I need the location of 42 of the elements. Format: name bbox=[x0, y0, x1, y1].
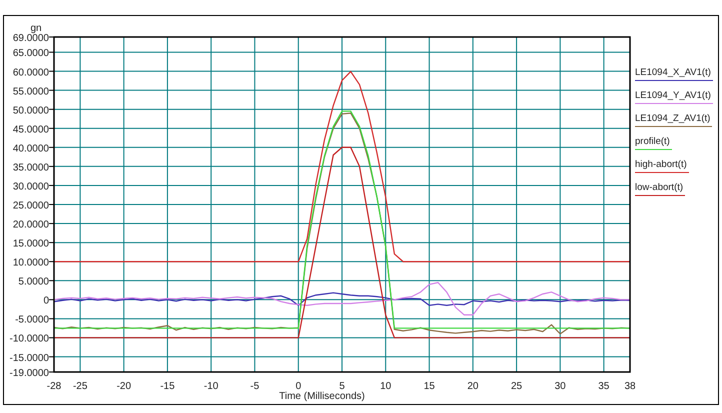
x-tick-label: 15 bbox=[424, 381, 435, 392]
y-axis-label: gn bbox=[30, 23, 42, 34]
x-tick-label: -25 bbox=[72, 381, 88, 392]
y-tick-label: -5.0000 bbox=[15, 314, 49, 326]
x-tick-label: 38 bbox=[624, 381, 635, 392]
x-tick-label: -15 bbox=[160, 381, 175, 392]
legend-entry: LE1094_X_AV1(t) bbox=[635, 66, 713, 81]
x-tick-label: 10 bbox=[380, 381, 392, 392]
x-tick-label: -10 bbox=[204, 381, 218, 392]
x-tick-label: -28 bbox=[46, 381, 62, 392]
x-tick-label: 0 bbox=[296, 381, 302, 392]
y-tick-label: 35.0000 bbox=[12, 162, 49, 174]
y-tick-label: 60.0000 bbox=[12, 67, 49, 78]
x-tick-label: 35 bbox=[598, 381, 610, 392]
x-tick-label: 5 bbox=[339, 381, 345, 392]
y-tick-label: 69.0000 bbox=[12, 33, 49, 44]
legend-entry: LE1094_Z_AV1(t) bbox=[635, 112, 712, 127]
y-tick-label: 20.0000 bbox=[12, 220, 49, 231]
y-tick-label: 25.0000 bbox=[12, 200, 49, 212]
x-tick-label: -20 bbox=[116, 381, 132, 392]
x-tick-label: 20 bbox=[467, 381, 478, 392]
y-tick-label: 65.0000 bbox=[12, 48, 49, 60]
legend-entry: high-abort(t) bbox=[635, 158, 689, 173]
y-tick-label: 5.0000 bbox=[18, 276, 49, 288]
y-tick-label: 55.0000 bbox=[12, 86, 49, 98]
x-tick-label: 25 bbox=[510, 381, 522, 392]
x-tick-label: 30 bbox=[554, 381, 566, 392]
y-tick-label: -10.0000 bbox=[10, 334, 49, 345]
y-tick-label: 15.0000 bbox=[12, 238, 49, 250]
legend-entry: profile(t) bbox=[635, 135, 672, 150]
y-tick-label: 45.0000 bbox=[12, 124, 49, 136]
y-tick-label: -15.0000 bbox=[10, 352, 49, 364]
legend-entry: LE1094_Y_AV1(t) bbox=[635, 89, 713, 104]
x-tick-label: -5 bbox=[250, 381, 260, 392]
x-axis-label: Time (Milliseconds) bbox=[279, 391, 365, 402]
legend-entry: low-abort(t) bbox=[635, 181, 686, 196]
y-tick-label: 50.0000 bbox=[12, 105, 49, 116]
y-tick-label: -19.0000 bbox=[10, 368, 49, 379]
y-tick-label: 0 bbox=[43, 296, 49, 307]
y-tick-label: 10.0000 bbox=[12, 258, 49, 269]
y-tick-label: 30.0000 bbox=[12, 181, 49, 192]
y-tick-label: 40.0000 bbox=[12, 143, 49, 154]
